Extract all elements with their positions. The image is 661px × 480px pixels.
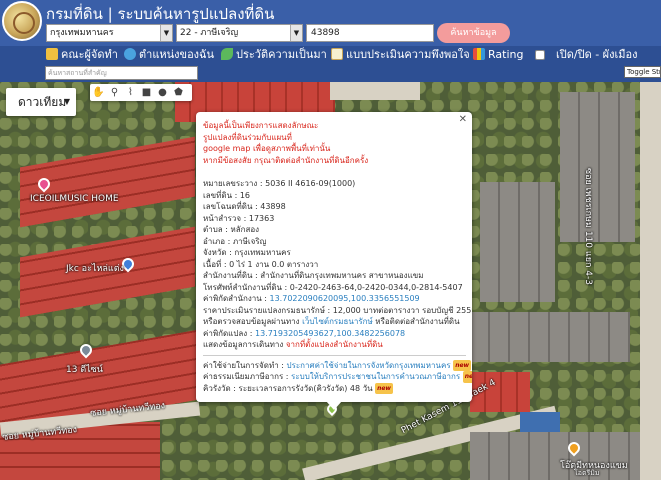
search-button[interactable]: ค้นหาข้อมูล bbox=[437, 23, 510, 43]
map-type-label: ดาวเทียม bbox=[18, 95, 67, 109]
tax-calculator-link[interactable]: ระบบให้บริการประชาชนในการคำนวณภาษีอากร bbox=[291, 372, 460, 381]
new-badge: new bbox=[453, 359, 472, 371]
menu-item-rating[interactable]: Rating bbox=[473, 47, 523, 63]
price-row: ราคาประเมินรายแปลงกรมธนารักษ์ : 12,000 บ… bbox=[203, 305, 472, 315]
directions-link[interactable]: จากที่ตั้งแปลงสำนักงานที่ดิน bbox=[286, 340, 383, 349]
street-label: ซอย เพชรเกษม 110 แยก 4-3 bbox=[583, 168, 593, 285]
amphoe-select[interactable]: 22 - ภาษีเจริญ ▼ bbox=[176, 24, 303, 42]
province-select[interactable]: กรุงเทพมหานคร ▼ bbox=[46, 24, 173, 42]
page-title: กรมที่ดิน | ระบบค้นหารูปแปลงที่ดิน bbox=[46, 5, 275, 23]
menu-item-label: Rating bbox=[488, 48, 524, 61]
menu-bar: คณะผู้จัดทำ ตำแหน่งของฉัน ประวัติความเป็… bbox=[0, 46, 661, 64]
menu-item-survey[interactable]: แบบประเมินความพึงพอใจ bbox=[331, 47, 470, 63]
divider bbox=[203, 354, 466, 356]
road bbox=[330, 82, 420, 100]
survey-queue-text: ระยะเวลารอการรังวัด(คิวรังวัด) 48 วัน bbox=[238, 383, 373, 393]
circle-icon[interactable]: ● bbox=[156, 86, 169, 99]
menu-item-label: คณะผู้จัดทำ bbox=[61, 48, 118, 61]
parcel-coord-link[interactable]: 13.7193205493627,100.3482256078 bbox=[255, 329, 405, 338]
drawing-toolbar: ✋ ⚲ ⌇ ■ ● ⬟ bbox=[90, 84, 192, 101]
map-label: 13 ดีไซน์ bbox=[66, 365, 103, 375]
info-row: ตำบล : หลักสอง bbox=[203, 225, 260, 234]
warning-line: รูปแปลงที่ดินร่วมกับแผนที่ bbox=[203, 132, 292, 142]
road bbox=[640, 82, 661, 480]
fee-row: ค่าธรรมเนียมภาษีอากร : ระบบให้บริการประช… bbox=[203, 371, 472, 383]
map-type-select[interactable]: ดาวเทียม ▼ bbox=[6, 88, 76, 116]
fee-label: ค่าธรรมเนียมภาษีอากร : bbox=[203, 372, 292, 381]
fee-row: ค่าใช้จ่ายในการจัดทำ : ประกาศค่าใช้จ่ายใ… bbox=[203, 359, 472, 371]
menu-item-my-location[interactable]: ตำแหน่งของฉัน bbox=[124, 47, 214, 63]
menu-item-team[interactable]: คณะผู้จัดทำ bbox=[46, 47, 118, 63]
menu-item-history[interactable]: ประวัติความเป็นมา bbox=[221, 47, 327, 63]
menu-item-city-plan-toggle[interactable]: เปิด/ปิด - ผังเมือง bbox=[535, 47, 638, 63]
map-label: โอตรีมิม bbox=[574, 469, 600, 477]
menu-item-label: ประวัติความเป็นมา bbox=[236, 48, 327, 61]
globe-icon bbox=[124, 48, 136, 60]
app-header: กรมที่ดิน | ระบบค้นหารูปแปลงที่ดิน กรุงเ… bbox=[0, 0, 661, 46]
fee-label: ค่าใช้จ่ายในการจัดทำ : bbox=[203, 360, 287, 370]
treasury-website-link[interactable]: เว็บไซต์กรมธนารักษ์ bbox=[302, 317, 373, 326]
menu-item-label: ตำแหน่งของฉัน bbox=[139, 48, 215, 61]
checkbox-icon[interactable] bbox=[535, 50, 545, 60]
close-icon[interactable]: ✕ bbox=[459, 114, 467, 125]
new-badge: new bbox=[462, 371, 472, 383]
office-coord-row: ค่าพิกัดสำนักงาน : 13.7022090620095,100.… bbox=[203, 293, 466, 305]
building-block bbox=[470, 432, 640, 480]
sub-bar: ค้นหาสถานที่สำคัญ bbox=[0, 64, 661, 82]
fee-announcement-link[interactable]: ประกาศค่าใช้จ่ายในการจังหวัดกรุงเทพมหานค… bbox=[286, 361, 450, 370]
dol-logo-icon bbox=[2, 1, 42, 41]
parcel-coord-label: ค่าพิกัดแปลง : bbox=[203, 328, 255, 338]
office-coord-link[interactable]: 13.7022090620095,100.3356551509 bbox=[270, 294, 420, 303]
warning-line: หากมีข้อสงสัย กรุณาติดต่อสำนักงานที่ดินอ… bbox=[203, 155, 369, 165]
info-row: หน้าสำรวจ : 17363 bbox=[203, 213, 275, 223]
menu-item-label: เปิด/ปิด - ผังเมือง bbox=[556, 48, 638, 61]
office-coord-label: ค่าพิกัดสำนักงาน : bbox=[203, 294, 270, 303]
info-row: อำเภอ : ภาษีเจริญ bbox=[203, 236, 267, 246]
chevron-down-icon: ▼ bbox=[290, 25, 302, 41]
info-row: เนื้อที่ : 0 ไร่ 1 งาน 0.0 ตารางวา bbox=[203, 259, 319, 269]
polyline-icon[interactable]: ⌇ bbox=[124, 86, 137, 99]
toggle-street-button[interactable]: Toggle Street bbox=[624, 66, 661, 78]
parcel-number-input[interactable]: 43898 bbox=[306, 24, 434, 42]
hand-icon[interactable]: ✋ bbox=[92, 86, 105, 99]
marker-icon[interactable]: ⚲ bbox=[108, 86, 121, 99]
fee-label: คิวรังวัด : bbox=[203, 383, 239, 393]
polygon-icon[interactable]: ⬟ bbox=[172, 86, 185, 99]
chevron-down-icon: ▼ bbox=[160, 25, 172, 41]
parcel-info-popup: ✕ ข้อมูลนี้เป็นเพียงการแสดงลักษณะ รูปแปล… bbox=[196, 112, 472, 402]
info-row: โทรศัพท์สำนักงานที่ดิน : 0-2420-2463-64,… bbox=[203, 282, 463, 292]
building-block bbox=[560, 92, 635, 242]
info-row: เลขที่ดิน : 16 bbox=[203, 190, 251, 200]
chevron-down-icon: ▼ bbox=[63, 97, 70, 106]
rectangle-icon[interactable]: ■ bbox=[140, 86, 153, 99]
menu-item-label: แบบประเมินความพึงพอใจ bbox=[346, 48, 470, 61]
people-icon bbox=[46, 48, 58, 60]
check-row: หรือตรวจสอบข้อมูลผ่านทาง เว็บไซต์กรมธนาร… bbox=[203, 316, 466, 328]
map-label: Jkc อะไหล่แต่ง bbox=[66, 264, 124, 274]
info-row: เลขโฉนดที่ดิน : 43898 bbox=[203, 202, 286, 211]
place-search-input[interactable]: ค้นหาสถานที่สำคัญ bbox=[45, 66, 198, 80]
check-prefix: หรือตรวจสอบข้อมูลผ่านทาง bbox=[203, 317, 303, 326]
building-block bbox=[470, 312, 630, 362]
info-row: หมายเลขระวาง : 5036 II 4616-09(1000) bbox=[203, 179, 356, 188]
province-select-value: กรุงเทพมหานคร bbox=[50, 28, 114, 38]
directions-prefix: แสดงข้อมูลการเดินทาง bbox=[203, 340, 286, 349]
chart-icon bbox=[473, 48, 485, 60]
info-row: สำนักงานที่ดิน : สำนักงานที่ดินกรุงเทพมห… bbox=[203, 271, 424, 280]
building-block bbox=[480, 182, 555, 302]
info-row: จังหวัด : กรุงเทพมหานคร bbox=[203, 248, 291, 257]
fee-row: คิวรังวัด : ระยะเวลารอการรังวัด(คิวรังวั… bbox=[203, 382, 466, 394]
form-icon bbox=[331, 48, 343, 60]
amphoe-select-value: 22 - ภาษีเจริญ bbox=[180, 28, 239, 38]
warning-line: google map เพื่อดูสภาพพื้นที่เท่านั้น bbox=[203, 144, 331, 153]
sprout-icon bbox=[221, 48, 233, 60]
parcel-coord-row: ค่าพิกัดแปลง : 13.7193205493627,100.3482… bbox=[203, 328, 466, 340]
warning-line: ข้อมูลนี้เป็นเพียงการแสดงลักษณะ bbox=[203, 121, 319, 130]
new-badge: new bbox=[375, 382, 393, 394]
directions-row: แสดงข้อมูลการเดินทาง จากที่ตั้งแปลงสำนัก… bbox=[203, 339, 466, 351]
map-label: ICEOILMUSIC HOME bbox=[30, 194, 119, 204]
check-suffix: หรือติดต่อสำนักงานที่ดิน bbox=[372, 317, 460, 326]
popup-tail bbox=[326, 401, 342, 410]
